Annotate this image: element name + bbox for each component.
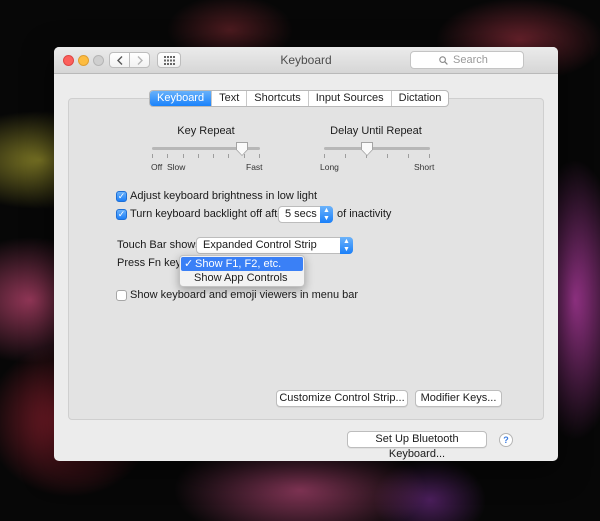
up-down-arrows-icon: ▲ ▼ — [340, 237, 353, 254]
slider-knob-face — [237, 143, 247, 155]
slider-tick — [152, 154, 153, 158]
slider-tick — [167, 154, 168, 158]
slider-track — [324, 147, 430, 150]
adjust-brightness-checkbox[interactable]: ✓ — [116, 191, 127, 202]
adjust-brightness-label: Adjust keyboard brightness in low light — [130, 190, 318, 202]
slider-tick — [259, 154, 260, 158]
chevron-right-icon — [137, 55, 143, 65]
backlight-timeout-value: 5 secs — [285, 208, 317, 220]
backlight-timeout-popup[interactable]: 5 secs ▲ ▼ — [278, 206, 333, 223]
slider-tick — [198, 154, 199, 158]
slider-tick — [228, 154, 229, 158]
slider-knob[interactable] — [361, 142, 373, 156]
search-icon — [439, 55, 448, 65]
backlight-off-checkbox[interactable]: ✓ — [116, 209, 127, 220]
emoji-viewers-label: Show keyboard and emoji viewers in menu … — [130, 289, 359, 301]
key-repeat-slider[interactable] — [152, 141, 260, 161]
back-button[interactable] — [109, 52, 130, 68]
slider-tick — [213, 154, 214, 158]
delay-until-repeat-title: Delay Until Repeat — [330, 125, 422, 137]
menu-item-show-app-controls[interactable]: Show App Controls — [180, 271, 304, 285]
minimize-button[interactable] — [78, 55, 89, 66]
tab-input-sources[interactable]: Input Sources — [307, 91, 391, 106]
zoom-button[interactable] — [93, 55, 104, 66]
search-input[interactable] — [451, 53, 495, 67]
chevron-left-icon — [116, 55, 122, 65]
slider-tick — [345, 154, 346, 158]
grid-icon — [163, 55, 175, 65]
touch-bar-popup[interactable]: Expanded Control Strip ▲ ▼ — [196, 237, 353, 254]
tab-shortcuts[interactable]: Shortcuts — [246, 91, 307, 106]
slider-knob[interactable] — [236, 142, 248, 156]
touch-bar-label: Touch Bar shows — [117, 239, 201, 251]
tab-text[interactable]: Text — [211, 91, 246, 106]
menu-item-label: Show App Controls — [194, 272, 288, 284]
slider-tick — [408, 154, 409, 158]
tab-bar: Keyboard Text Shortcuts Input Sources Di… — [149, 90, 450, 107]
check-icon: ✓ — [117, 191, 126, 201]
close-button[interactable] — [63, 55, 74, 66]
inactivity-label: of inactivity — [337, 208, 392, 220]
slider-tick — [324, 154, 325, 158]
delay-until-repeat-slider[interactable] — [324, 141, 430, 161]
key-repeat-title: Key Repeat — [177, 125, 235, 137]
keyboard-preferences-window: Keyboard Keyboard Text Shortcuts Input S… — [54, 47, 558, 461]
bluetooth-keyboard-button[interactable]: Set Up Bluetooth Keyboard... — [347, 431, 487, 460]
tab-dictation[interactable]: Dictation — [390, 91, 449, 106]
key-repeat-fast-label: Fast — [246, 162, 263, 172]
slider-tick — [429, 154, 430, 158]
slider-tick — [183, 154, 184, 158]
menu-item-show-f-keys[interactable]: ✓ Show F1, F2, etc. Keys — [181, 257, 303, 284]
slider-tick — [244, 154, 245, 158]
touch-bar-value: Expanded Control Strip — [203, 239, 317, 251]
key-repeat-slow-label: Slow — [167, 162, 186, 172]
title-bar: Keyboard — [54, 47, 558, 74]
backlight-off-label: Turn keyboard backlight off after — [130, 208, 288, 220]
delay-short-label: Short — [414, 162, 435, 172]
checkmark-icon: ✓ — [184, 258, 194, 270]
forward-button[interactable] — [129, 52, 150, 68]
delay-long-label: Long — [320, 162, 339, 172]
fn-key-menu: ✓ Show F1, F2, etc. Keys Show App Contro… — [179, 255, 305, 287]
tab-keyboard[interactable]: Keyboard — [150, 91, 212, 106]
search-field[interactable] — [410, 51, 524, 69]
emoji-viewers-checkbox[interactable] — [116, 290, 127, 301]
up-down-arrows-icon: ▲ ▼ — [320, 206, 333, 223]
key-repeat-off-label: Off — [151, 162, 163, 172]
help-button[interactable]: ? — [499, 433, 513, 447]
check-icon: ✓ — [117, 209, 126, 219]
show-all-button[interactable] — [157, 52, 181, 68]
customize-control-strip-button[interactable]: Customize Control Strip... — [276, 390, 408, 407]
slider-knob-face — [362, 143, 372, 155]
modifier-keys-button[interactable]: Modifier Keys... — [415, 390, 502, 407]
slider-tick — [387, 154, 388, 158]
